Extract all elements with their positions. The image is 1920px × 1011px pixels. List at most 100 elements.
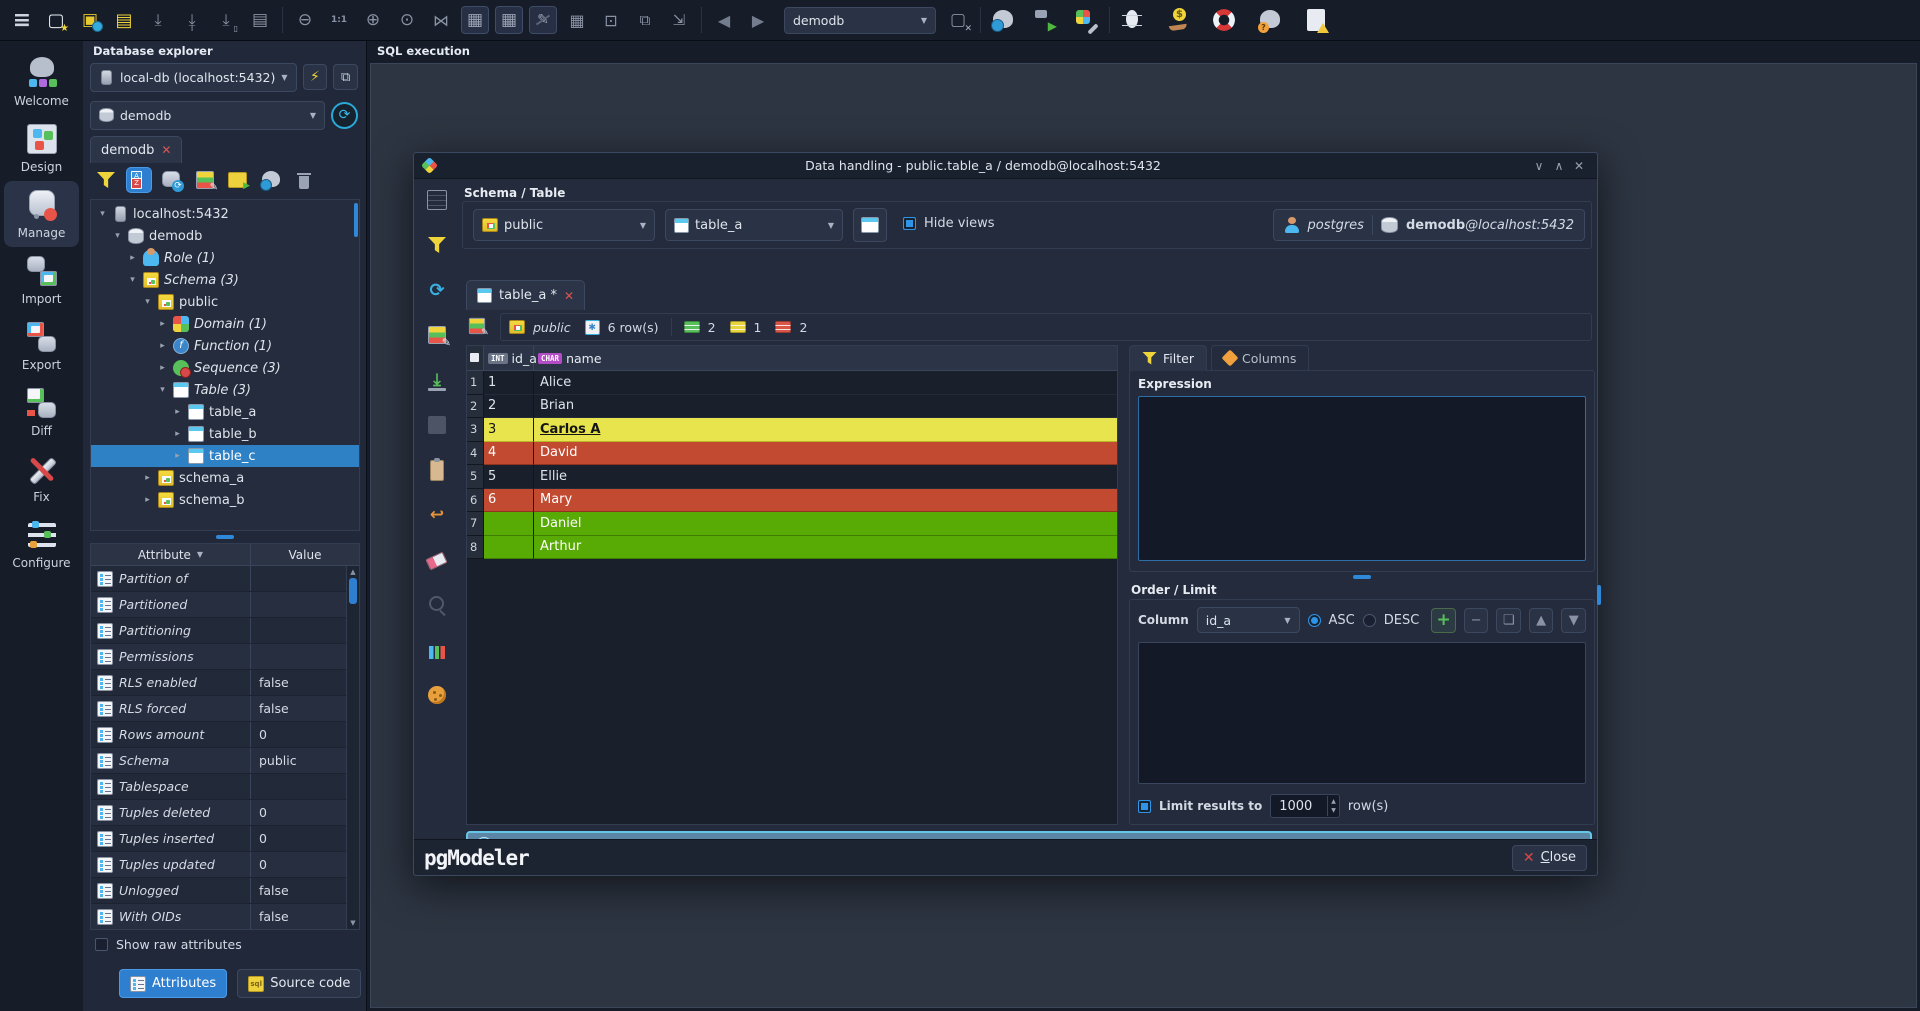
row-number-cell[interactable]: 4 [467,442,484,466]
name-cell[interactable]: Ellie [534,465,1117,489]
name-cell[interactable]: Arthur [534,536,1117,560]
table-row[interactable]: 6 6 Mary [467,489,1117,513]
tree-item-sequence-3-[interactable]: Sequence (3) [91,357,359,379]
expander-icon[interactable] [112,231,123,241]
order-column-dropdown[interactable]: id_a ▼ [1197,607,1300,633]
tree-item-table-3-[interactable]: Table (3) [91,379,359,401]
toolbar-icon-page-grid[interactable] [495,6,523,34]
remove-order-button[interactable]: − [1464,608,1489,633]
row-number-cell[interactable]: 1 [467,371,484,395]
database-dropdown[interactable]: demodb ▼ [90,101,325,130]
toolbar-icon-arrange[interactable] [427,6,455,34]
sidebar-item-design[interactable]: Design [4,115,79,181]
table-row[interactable]: 2 2 Brian [467,395,1117,419]
toolbar-icon-show-grid[interactable] [461,6,489,34]
id-cell[interactable]: 4 [484,442,534,466]
grid-corner-cell[interactable] [467,346,484,370]
rail-icon-undo[interactable] [422,500,452,530]
scroll-up-icon[interactable]: ▲ [350,568,355,576]
attribute-column-header[interactable]: Attribute ▼ [91,544,251,565]
id-cell[interactable]: 6 [484,489,534,513]
browse-database-button[interactable]: ⟳ [331,102,358,129]
sidebar-item-diff[interactable]: Diff [4,379,79,445]
expander-icon[interactable] [157,319,168,329]
attribute-row[interactable]: Unlogged false [91,878,359,904]
close-window-icon[interactable]: ✕ [1569,159,1589,173]
detach-explorer-button[interactable]: ⧉ [333,64,358,90]
sidebar-item-fix[interactable]: Fix [4,445,79,511]
sidebar-item-import[interactable]: Import [4,247,79,313]
id-cell[interactable]: 5 [484,465,534,489]
tree-item-function-1-[interactable]: Function (1) [91,335,359,357]
move-down-button[interactable]: ▼ [1561,608,1586,633]
desc-radio[interactable] [1363,614,1376,627]
attribute-row[interactable]: Partitioned [91,592,359,618]
expression-input[interactable] [1138,396,1586,561]
order-list[interactable] [1138,642,1586,784]
rail-icon-erase[interactable] [422,545,452,575]
name-cell[interactable]: Brian [534,395,1117,419]
tree-item-public[interactable]: public [91,291,359,313]
edit-data-icon[interactable] [192,167,218,193]
new-object-icon[interactable] [225,167,251,193]
dialog-titlebar[interactable]: Data handling - public.table_a / demodb@… [414,153,1597,179]
attribute-row[interactable]: RLS forced false [91,696,359,722]
expander-icon[interactable] [142,473,153,483]
toolbar-icon-print[interactable] [246,6,274,34]
row-number-cell[interactable]: 8 [467,536,484,560]
close-tab-icon[interactable]: ✕ [564,289,574,303]
attributes-scrollbar-thumb[interactable] [349,578,357,604]
value-column-header[interactable]: Value [251,548,359,562]
table-dropdown[interactable]: table_a ▼ [665,209,843,241]
model-selector-dropdown[interactable]: demodb ▼ [784,7,936,34]
show-raw-checkbox[interactable] [95,938,108,951]
attribute-row[interactable]: RLS enabled false [91,670,359,696]
rail-icon-paste[interactable] [422,455,452,485]
row-number-cell[interactable]: 6 [467,489,484,513]
toolbar-icon-zoom-out[interactable] [291,6,319,34]
id-cell[interactable]: 2 [484,395,534,419]
toolbar-icon-recent-models[interactable] [76,6,104,34]
column-header-name[interactable]: CHAR name [534,346,1117,370]
tree-scrollbar-thumb[interactable] [354,203,358,237]
rail-icon-filter[interactable] [422,230,452,260]
attribute-row[interactable]: Permissions [91,644,359,670]
vertical-splitter-handle[interactable] [1597,585,1601,605]
table-row[interactable]: 1 1 Alice [467,371,1117,395]
name-cell[interactable]: Alice [534,371,1117,395]
toolbar-icon-execute[interactable] [1031,6,1059,34]
toolbar-icon-relationships[interactable] [631,6,659,34]
row-number-cell[interactable]: 7 [467,512,484,536]
connect-button[interactable]: ⚡ [303,64,328,90]
expander-icon[interactable] [172,407,183,417]
hide-views-checkbox[interactable] [903,217,916,230]
toolbar-icon-open-model[interactable] [110,6,138,34]
expander-icon[interactable] [127,275,138,285]
expander-icon[interactable] [142,495,153,505]
toolbar-icon-object-finder[interactable] [597,6,625,34]
attribute-row[interactable]: Tuples deleted 0 [91,800,359,826]
row-number-cell[interactable]: 2 [467,395,484,419]
attributes-button[interactable]: Attributes [119,969,227,998]
toolbar-icon-close-model[interactable] [944,6,972,34]
limit-checkbox[interactable] [1138,800,1151,813]
attribute-row[interactable]: Partition of [91,566,359,592]
toolbar-icon-about[interactable] [1256,6,1284,34]
toolbar-icon-save-model[interactable] [144,6,172,34]
connection-dropdown[interactable]: local-db (localhost:5432) ▼ [90,63,297,92]
tree-item-localhost-5432[interactable]: localhost:5432 [91,203,359,225]
toolbar-icon-readonly-edit[interactable] [529,6,557,34]
toolbar-icon-collapse[interactable] [665,6,693,34]
toolbar-icon-bug-report[interactable] [1118,6,1146,34]
drop-object-icon[interactable] [291,167,317,193]
tree-item-table-a[interactable]: table_a [91,401,359,423]
attribute-row[interactable]: Rows amount 0 [91,722,359,748]
toolbar-icon-sql-tool[interactable] [989,6,1017,34]
rail-icon-truncate[interactable] [422,410,452,440]
shade-window-icon[interactable]: ∨ [1529,159,1549,173]
expander-icon[interactable] [157,341,168,351]
name-cell[interactable]: Daniel [534,512,1117,536]
toolbar-icon-save-as[interactable] [178,6,206,34]
toolbar-icon-license[interactable] [1302,6,1330,34]
toolbar-icon-support[interactable] [1210,6,1238,34]
